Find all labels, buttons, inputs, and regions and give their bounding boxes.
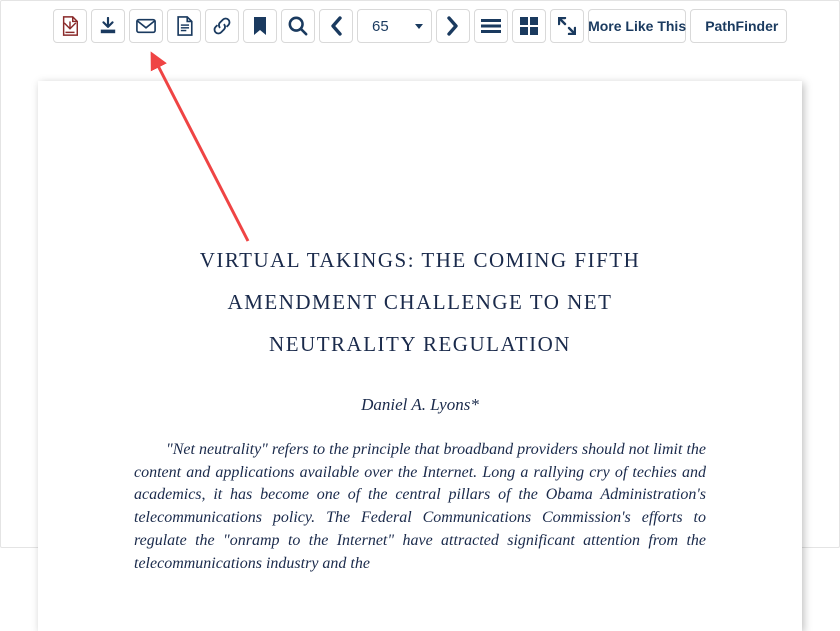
expand-icon <box>558 17 576 35</box>
document-title: VIRTUAL TAKINGS: THE COMING FIFTH AMENDM… <box>134 239 706 365</box>
pdf-icon <box>61 16 79 36</box>
search-button[interactable] <box>281 9 315 43</box>
toolbar: 65 <box>1 1 839 51</box>
list-icon <box>481 18 501 34</box>
download-icon <box>99 17 117 35</box>
link-button[interactable] <box>205 9 239 43</box>
grid-icon <box>520 17 538 35</box>
page-number-select[interactable]: 65 <box>357 9 432 43</box>
list-view-button[interactable] <box>474 9 508 43</box>
title-line-1: VIRTUAL TAKINGS: THE COMING FIFTH <box>134 239 706 281</box>
chevron-right-icon <box>446 16 460 36</box>
next-page-button[interactable] <box>436 9 470 43</box>
email-button[interactable] <box>129 9 163 43</box>
email-icon <box>136 18 156 34</box>
document-page: VIRTUAL TAKINGS: THE COMING FIFTH AMENDM… <box>38 81 802 631</box>
document-author: Daniel A. Lyons* <box>134 395 706 415</box>
pathfinder-button[interactable]: PathFinder <box>690 9 787 43</box>
search-icon <box>288 16 308 36</box>
grid-view-button[interactable] <box>512 9 546 43</box>
download-button[interactable] <box>91 9 125 43</box>
caret-down-icon <box>415 24 423 29</box>
page-number-value: 65 <box>372 18 389 35</box>
more-like-this-label: More Like This <box>588 18 686 34</box>
link-icon <box>212 16 232 36</box>
document-text-icon <box>176 16 193 36</box>
pathfinder-label: PathFinder <box>705 18 778 34</box>
fullscreen-button[interactable] <box>550 9 584 43</box>
title-line-2: AMENDMENT CHALLENGE TO NET <box>134 281 706 323</box>
document-text-button[interactable] <box>167 9 201 43</box>
pdf-button[interactable] <box>53 9 87 43</box>
prev-page-button[interactable] <box>319 9 353 43</box>
bookmark-icon <box>252 16 268 36</box>
bookmark-button[interactable] <box>243 9 277 43</box>
chevron-left-icon <box>329 16 343 36</box>
title-line-3: NEUTRALITY REGULATION <box>134 323 706 365</box>
more-like-this-button[interactable]: More Like This <box>588 9 687 43</box>
document-abstract: "Net neutrality" refers to the principle… <box>134 439 706 575</box>
